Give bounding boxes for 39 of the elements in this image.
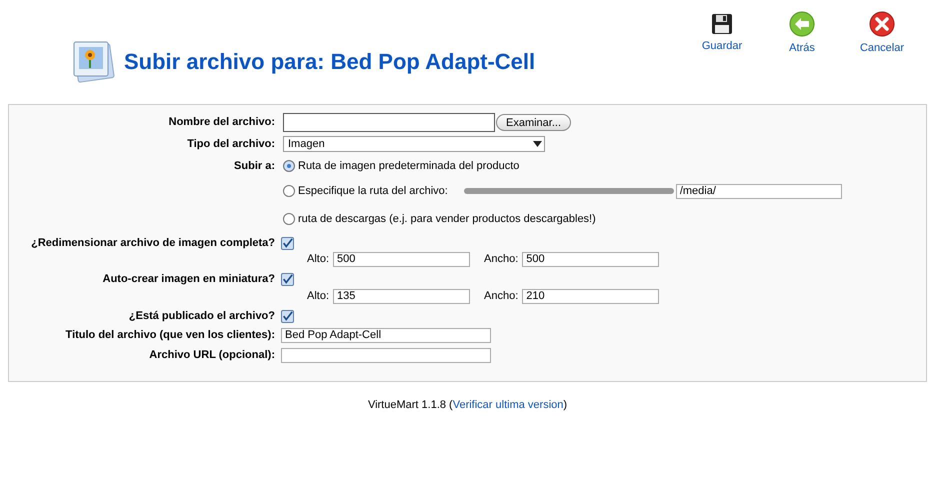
back-button[interactable]: Atrás — [773, 10, 831, 58]
field-label: Tipo del archivo: — [187, 138, 275, 150]
height-field[interactable]: 135 — [333, 288, 470, 304]
field-label: Archivo URL (opcional): — [149, 349, 275, 362]
field-label: Alto: — [307, 252, 330, 267]
close-icon — [869, 11, 895, 38]
radio-button[interactable] — [283, 185, 295, 197]
radio-label: Especifique la ruta del archivo: — [298, 184, 448, 199]
field-label: Titulo del archivo (que ven los clientes): — [66, 328, 275, 341]
field-label: Auto-crear imagen en miniatura? — [102, 272, 275, 285]
page-title: Subir archivo para: Bed Pop Adapt-Cell — [124, 48, 536, 76]
width-field[interactable]: 500 — [522, 252, 660, 266]
dropdown-arrow-icon — [533, 141, 542, 147]
path-field[interactable]: /media/ — [676, 184, 842, 198]
height-field[interactable]: 500 — [333, 252, 470, 266]
cancel-button[interactable]: Cancelar — [853, 10, 911, 58]
field-label: Subir a: — [234, 160, 275, 172]
radio-button[interactable] — [283, 213, 295, 225]
field-label: ¿Redimensionar archivo de imagen completa? — [31, 236, 275, 249]
footer-text: VirtueMart 1.1.8 (Verificar ultima version) — [366, 398, 568, 413]
file-title-field[interactable]: Bed Pop Adapt-Cell — [281, 328, 491, 342]
field-label: ¿Está publicado el archivo? — [128, 310, 275, 322]
radio-button[interactable] — [283, 160, 295, 172]
width-field[interactable]: 210 — [522, 288, 660, 304]
checkbox[interactable] — [281, 310, 294, 322]
radio-label: ruta de descargas (e.j. para vender productos descargables!) — [298, 212, 596, 227]
check-version-link[interactable]: Verificar ultima version — [452, 399, 564, 411]
checkbox[interactable] — [281, 236, 294, 250]
file-name-field[interactable] — [283, 112, 495, 132]
save-button[interactable]: Guardar — [693, 10, 751, 58]
file-type-dropdown[interactable]: Imagen — [283, 136, 545, 152]
field-label: Ancho: — [484, 252, 518, 267]
field-label: Alto: — [307, 288, 330, 304]
browse-button[interactable]: Examinar... — [496, 114, 572, 130]
file-url-field[interactable] — [281, 348, 491, 363]
field-label: Ancho: — [484, 288, 518, 304]
radio-label: Ruta de imagen predeterminada del producto — [298, 158, 520, 174]
checkbox[interactable] — [281, 272, 294, 286]
field-label: Nombre del archivo: — [168, 116, 275, 128]
